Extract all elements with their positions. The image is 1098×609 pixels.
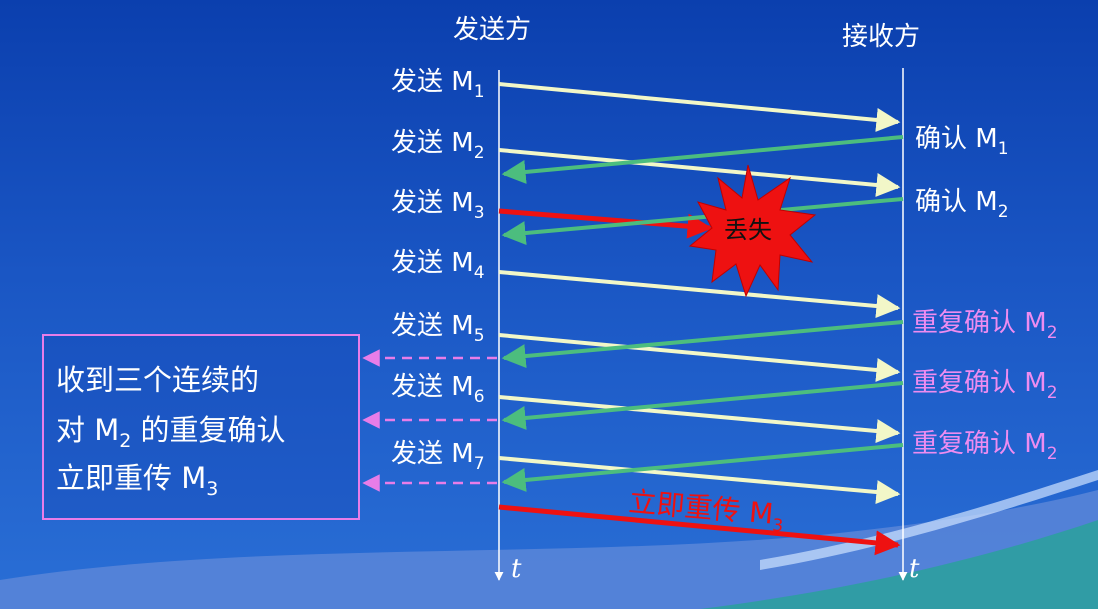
data-arrow-m1 bbox=[498, 82, 901, 132]
send-label-m1: 发送 M1 bbox=[391, 67, 485, 102]
receiver-time-label: t bbox=[909, 554, 920, 584]
loss-label: 丢失 bbox=[724, 216, 772, 244]
send-label-m7: 发送 M7 bbox=[391, 439, 485, 474]
send-label-m2: 发送 M2 bbox=[391, 128, 485, 163]
fast-retransmit-note: 收到三个连续的 对 M2 的重复确认 立即重传 M3 bbox=[42, 334, 360, 520]
note-line-1: 收到三个连续的 bbox=[56, 363, 260, 397]
ack-label-m2: 确认 M2 bbox=[915, 187, 1009, 222]
sender-title: 发送方 bbox=[453, 15, 532, 45]
receiver-title: 接收方 bbox=[842, 22, 921, 52]
note-line-3: 立即重传 M3 bbox=[56, 461, 219, 500]
ack-label-m1: 确认 M1 bbox=[915, 124, 1009, 159]
send-label-m5: 发送 M5 bbox=[391, 311, 485, 346]
note-line-2: 对 M2 的重复确认 bbox=[56, 413, 286, 452]
dup-ack-label-2: 重复确认 M2 bbox=[912, 368, 1058, 403]
sender-time-label: t bbox=[511, 554, 522, 584]
data-arrow-m4 bbox=[498, 270, 901, 319]
send-label-m4: 发送 M4 bbox=[391, 248, 485, 283]
dup-ack-label-3: 重复确认 M2 bbox=[912, 429, 1058, 464]
send-label-m6: 发送 M6 bbox=[391, 372, 485, 407]
send-label-m3: 发送 M3 bbox=[391, 188, 485, 223]
dup-ack-label-1: 重复确认 M2 bbox=[912, 308, 1058, 343]
